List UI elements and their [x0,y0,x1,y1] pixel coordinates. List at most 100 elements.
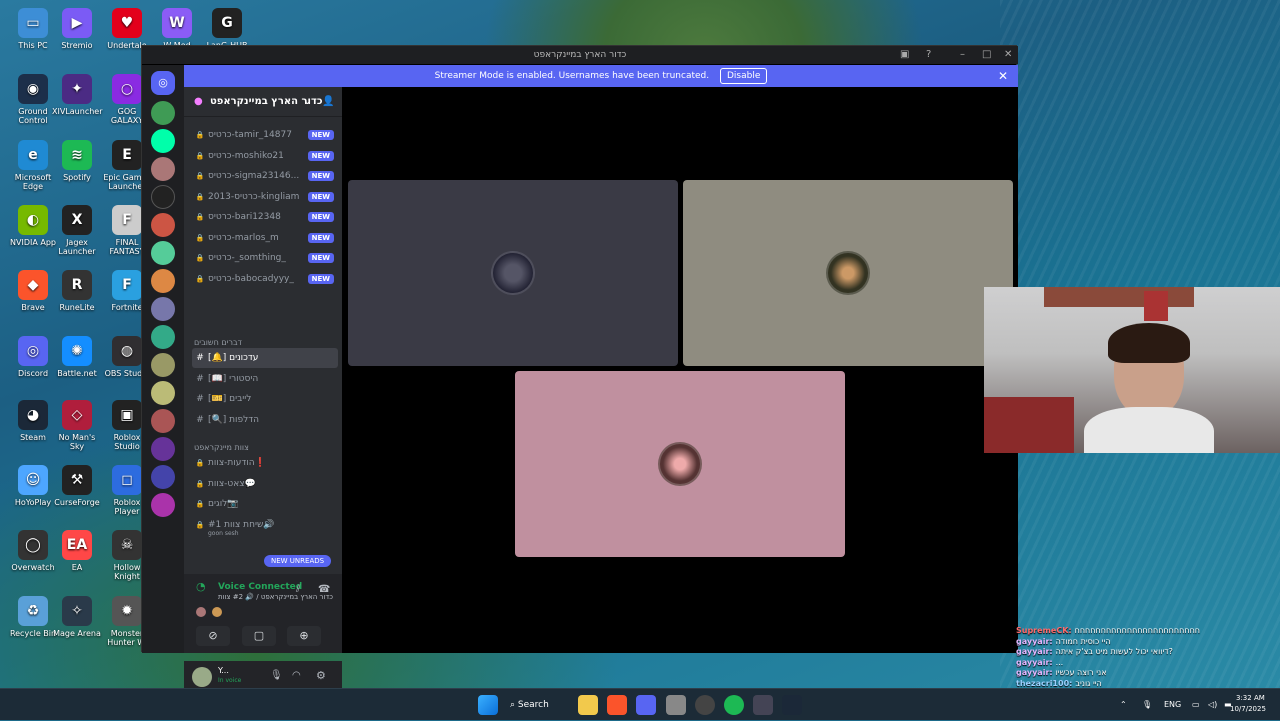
activity-icon[interactable]: ⊕ [287,626,321,646]
banner-close-icon[interactable]: ✕ [998,65,1008,87]
camera-off-icon[interactable]: ⊘ [196,626,230,646]
maximize-button[interactable]: □ [982,46,991,64]
server-icon[interactable] [151,157,175,181]
signal-icon[interactable]: ◔ [196,580,206,593]
channel-item[interactable]: 🔒 כרטיס-marlos_m NEW [192,228,338,248]
chevron-up-icon[interactable]: ⌃ [1120,689,1127,721]
start-icon[interactable] [478,695,498,715]
server-icon[interactable] [151,101,175,125]
avatar[interactable] [192,667,212,687]
participant-tile[interactable] [348,180,678,366]
desktop-icon[interactable]: ◕ Steam [8,400,58,442]
clock-date[interactable]: 10/7/2025 [1230,705,1266,713]
desktop-icon[interactable]: ✦ XIVLauncher [52,74,103,116]
text-channel-item[interactable]: # [🔔] עדכונים [192,348,338,368]
desktop-icon[interactable]: X Jagex Launcher [52,205,102,256]
inbox-icon[interactable]: ▣ [900,46,909,64]
participant-tile[interactable] [683,180,1013,366]
desktop-icon[interactable]: ◐ NVIDIA App [8,205,58,247]
server-icon[interactable] [151,325,175,349]
noise-suppression-icon[interactable]: ⫽ [296,584,300,595]
desktop-icon[interactable]: EA EA [52,530,102,572]
desktop-icon[interactable]: ♥ Undertale [102,8,152,50]
channel-item[interactable]: 🔒 כרטיס-bari12348 NEW [192,207,338,227]
server-icon[interactable] [151,465,175,489]
category-staff[interactable]: צוות מיינקראפט [194,443,249,452]
server-icon[interactable] [151,297,175,321]
server-icon[interactable] [151,381,175,405]
desktop-icon[interactable]: ✺ Battle.net [52,336,102,378]
brave-icon[interactable] [607,695,627,715]
voice-channel-path[interactable]: כדור הארץ במיינקראפט / 🔊 #2 צוות [218,593,333,601]
channel-item[interactable]: 🔒 כרטיס-_somthing_ NEW [192,248,338,268]
text-channel-item[interactable]: # [🔍] הדלפות [192,410,338,430]
server-icon[interactable] [151,437,175,461]
file-explorer-icon[interactable] [578,695,598,715]
server-icon[interactable] [151,353,175,377]
desktop-icon[interactable]: ⚒ CurseForge [52,465,102,507]
server-icon[interactable] [151,185,175,209]
disable-button[interactable]: Disable [719,68,768,84]
gear-icon[interactable]: ⚙ [316,669,326,682]
microphone-tray-icon[interactable]: 🎙 [1142,689,1152,721]
desktop-icon[interactable]: ▶ Stremio [52,8,102,50]
desktop-icon[interactable]: ◇ No Man's Sky [52,400,102,451]
staff-channel-item[interactable]: 🔒 צאט-צוות💬 [192,474,338,494]
disconnect-icon[interactable]: ☎ [318,584,330,595]
chevron-down-icon[interactable]: ⌄ [304,87,311,117]
voice-connected-label[interactable]: Voice Connected [218,582,302,592]
discord-home-icon[interactable]: ◎ [151,71,175,95]
desktop-icon[interactable]: R RuneLite [52,270,102,312]
channel-item[interactable]: 🔒 כרטיס-moshiko21 NEW [192,146,338,166]
participant-tile[interactable] [515,371,845,557]
desktop-icon[interactable]: GLanG-HUB [202,8,252,50]
desktop-icon[interactable]: ♻ Recycle Bin [8,596,58,638]
app-icon[interactable] [753,695,773,715]
obs-icon[interactable] [695,695,715,715]
desktop-icon[interactable]: ▭ This PC [8,8,58,50]
desktop-icon[interactable]: WW-Mod [152,8,202,50]
minimize-button[interactable]: – [960,46,965,64]
desktop-icon[interactable]: ≋ Spotify [52,140,102,182]
spotify-icon[interactable] [724,695,744,715]
text-channel-item[interactable]: # [🎫] לייבים [192,389,338,409]
channel-name: כרטיס-tamir_14877 [208,130,292,140]
server-icon[interactable] [151,241,175,265]
headphones-icon[interactable]: ◠ [292,670,301,681]
server-icon[interactable] [151,493,175,517]
search-button[interactable]: ⌕ Search [510,695,568,715]
channel-item[interactable]: 🔒 2013-כרטיס-kingliam NEW [192,187,338,207]
desktop-icon[interactable]: ◆ Brave [8,270,58,312]
screen-share-icon[interactable]: ▢ [242,626,276,646]
new-unreads-button[interactable]: NEW UNREADS [264,555,332,567]
desktop-icon[interactable]: ✧ Mage Arena [52,596,102,638]
clock-time[interactable]: 3:32 AM [1236,694,1265,702]
server-icon[interactable] [151,213,175,237]
app-icon[interactable] [666,695,686,715]
volume-icon[interactable]: ◁) [1208,689,1217,721]
desktop-icon[interactable]: e Microsoft Edge [8,140,58,191]
staff-channel-item[interactable]: 🔒 הודעות-צוות❗ [192,453,338,473]
language-indicator[interactable]: ENG [1164,689,1181,721]
staff-channel-item[interactable]: 🔒 לוגים📷 [192,494,338,514]
steam-icon[interactable] [782,695,802,715]
desktop-icon[interactable]: ◎ Discord [8,336,58,378]
discord-icon[interactable] [636,695,656,715]
close-window-button[interactable]: ✕ [1004,46,1012,64]
server-icon[interactable] [151,269,175,293]
channel-item[interactable]: 🔒 כרטיס-babocadyyy_ NEW [192,269,338,289]
add-member-icon[interactable]: 👤 [322,87,334,117]
channel-item[interactable]: 🔒 כרטיס-sigma23146... NEW [192,166,338,186]
microphone-icon[interactable]: 🎙 [270,670,283,681]
server-header[interactable]: ● כדור הארץ במיינקראפט ⌄ 👤 [184,87,342,117]
text-channel-item[interactable]: # [📖] היסטורי [192,369,338,389]
desktop-icon[interactable]: ◯ Overwatch [8,530,58,572]
server-icon[interactable] [151,409,175,433]
server-icon[interactable] [151,129,175,153]
category-important[interactable]: דברים חשובים [194,338,242,347]
desktop-icon[interactable]: ◉ Ground Control [8,74,58,125]
channel-item[interactable]: 🔒 כרטיס-tamir_14877 NEW [192,125,338,145]
desktop-icon[interactable]: ☺ HoYoPlay [8,465,58,507]
help-icon[interactable]: ? [926,46,931,64]
network-icon[interactable]: ▭ [1192,689,1200,721]
